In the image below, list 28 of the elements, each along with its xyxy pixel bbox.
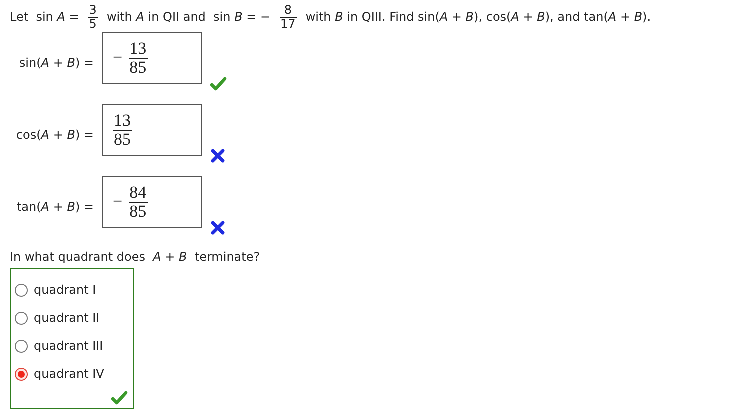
radio-option[interactable]: quadrant I [11, 276, 133, 304]
fraction-numerator: 84 [128, 184, 148, 202]
answer-box[interactable]: 13 85 [102, 104, 202, 156]
fraction-denominator: 17 [280, 18, 297, 30]
radio-button[interactable] [15, 284, 28, 297]
equation-label: cos(A + B) = [15, 127, 95, 144]
minus-sign: − [113, 191, 123, 214]
fraction-denominator: 85 [128, 202, 148, 221]
radio-button[interactable] [15, 312, 28, 325]
question-text: with B in QIII. Find sin(A + B), cos(A + B), and tan(A + B). [306, 9, 652, 26]
fraction-numerator: 13 [128, 40, 148, 58]
minus-sign: − [113, 47, 123, 70]
fraction-denominator: 85 [113, 130, 132, 149]
fraction-denominator: 85 [128, 58, 148, 77]
question-text: with A in QII and sin B = − [106, 9, 271, 26]
fraction-numerator: 3 [88, 4, 98, 17]
radio-option[interactable]: quadrant III [11, 332, 133, 360]
fraction-denominator: 5 [88, 18, 98, 30]
question-text: In what quadrant does A + B terminate? [10, 249, 262, 266]
radio-option[interactable]: quadrant IV [11, 360, 133, 388]
fraction-numerator: 13 [113, 112, 132, 130]
radio-button[interactable] [15, 368, 28, 381]
radio-option[interactable]: quadrant II [11, 304, 133, 332]
fraction-numerator: 8 [283, 4, 293, 17]
equation-label: tan(A + B) = [16, 199, 95, 216]
equation-label: sin(A + B) = [18, 55, 95, 72]
question-text: Let sin A = [10, 9, 80, 26]
radio-button[interactable] [15, 340, 28, 353]
